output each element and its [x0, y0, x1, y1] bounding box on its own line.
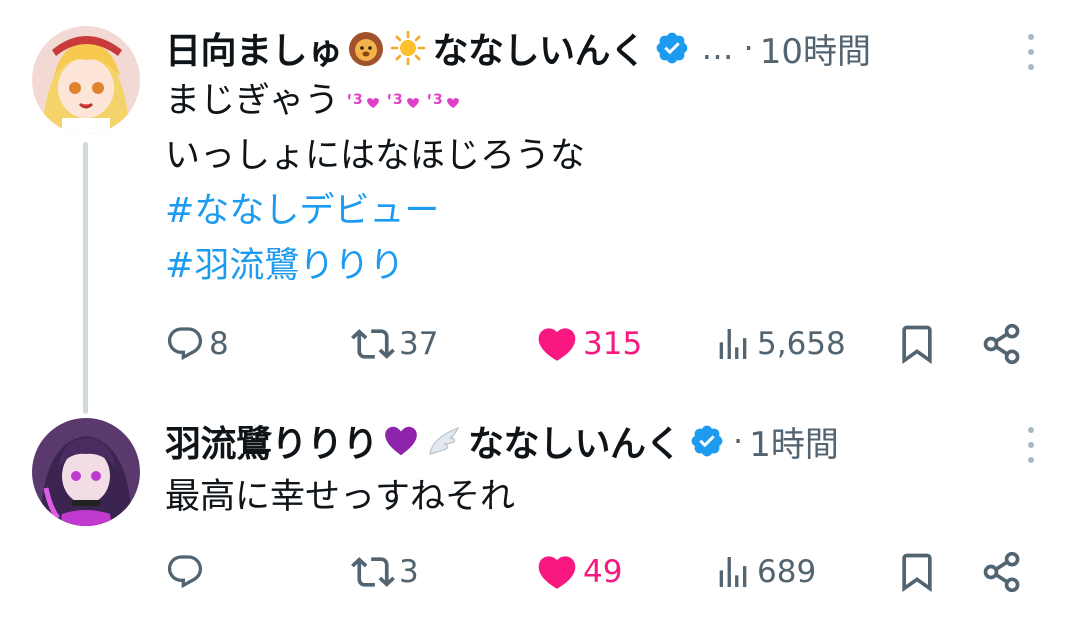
retweet-count: 3	[399, 554, 419, 590]
display-name[interactable]: 日向ましゅ	[165, 22, 343, 74]
verified-badge-icon	[689, 423, 725, 459]
retweet-icon	[351, 550, 395, 594]
separator-dot: ·	[733, 422, 744, 460]
bookmark-button[interactable]	[895, 320, 939, 368]
share-button[interactable]	[980, 320, 1024, 368]
tweet-actions: 3 49 689	[165, 548, 1025, 596]
truncation-ellipsis: …	[701, 29, 736, 67]
heart-icon	[535, 322, 579, 366]
verified-badge-icon	[654, 30, 690, 66]
hashtag-link[interactable]: #羽流鷺りりり	[165, 239, 1040, 294]
share-icon	[980, 322, 1024, 366]
kissing-heart-emoji	[427, 88, 459, 116]
bookmark-icon	[895, 550, 939, 594]
reply-button[interactable]: 8	[165, 320, 229, 368]
tweet-actions: 8 37 315 5,658	[165, 320, 1025, 368]
wing-emoji	[424, 422, 462, 460]
reply-icon	[165, 552, 205, 592]
tweet-1[interactable]: 日向ましゅ ななしいんく … · 10時間 まじぎゃう いっしょにはなほじろうな…	[0, 0, 1080, 414]
retweet-button[interactable]: 3	[351, 548, 419, 596]
share-icon	[980, 550, 1024, 594]
reply-count: 8	[209, 326, 229, 362]
thread-line	[83, 142, 88, 414]
tweet-2[interactable]: 羽流鷺りりり ななしいんく · 1時間 最高に幸せっすねそれ 3 49 689	[0, 400, 1080, 637]
reply-icon	[165, 324, 205, 364]
bookmark-button[interactable]	[895, 548, 939, 596]
tweet-line-2: いっしょにはなほじろうな	[165, 136, 586, 176]
avatar-haruro-ririri[interactable]	[32, 418, 140, 526]
purple-heart-emoji	[382, 422, 420, 460]
tweet-header: 羽流鷺りりり ななしいんく · 1時間	[165, 415, 1036, 467]
retweet-count: 37	[399, 326, 439, 362]
tweet-header: 日向ましゅ ななしいんく … · 10時間	[165, 22, 1036, 74]
reply-button[interactable]	[165, 548, 209, 596]
kissing-heart-emoji	[387, 88, 419, 116]
hashtag-link[interactable]: #ななしデビュー	[165, 184, 1040, 239]
bookmark-icon	[895, 322, 939, 366]
avatar-hinata-mashu[interactable]	[32, 26, 140, 134]
like-count: 49	[583, 554, 623, 590]
like-button[interactable]: 315	[535, 320, 642, 368]
like-button[interactable]: 49	[535, 548, 622, 596]
view-count: 5,658	[757, 326, 846, 362]
lion-face-emoji	[347, 29, 385, 67]
retweet-icon	[351, 322, 395, 366]
kissing-heart-emoji	[347, 88, 379, 116]
views-chart-icon	[713, 324, 753, 364]
sun-emoji	[389, 29, 427, 67]
view-count: 689	[757, 554, 817, 590]
share-button[interactable]	[980, 548, 1024, 596]
timestamp[interactable]: 10時間	[760, 24, 871, 73]
tweet-text: まじぎゃう いっしょにはなほじろうな #ななしデビュー #羽流鷺りりり	[165, 74, 1040, 294]
affiliation-name[interactable]: ななしいんく	[433, 22, 647, 74]
separator-dot: ·	[743, 29, 754, 67]
views-button[interactable]: 689	[713, 548, 816, 596]
tweet-line-1: 最高に幸せっすねそれ	[165, 477, 516, 517]
affiliation-name[interactable]: ななしいんく	[468, 415, 682, 467]
views-chart-icon	[713, 552, 753, 592]
more-options-icon[interactable]	[1026, 425, 1036, 465]
views-button[interactable]: 5,658	[713, 320, 846, 368]
retweet-button[interactable]: 37	[351, 320, 438, 368]
display-name[interactable]: 羽流鷺りりり	[165, 415, 379, 467]
like-count: 315	[583, 326, 643, 362]
more-options-icon[interactable]	[1026, 32, 1036, 72]
heart-icon	[535, 550, 579, 594]
timestamp[interactable]: 1時間	[749, 417, 839, 466]
tweet-text: 最高に幸せっすねそれ	[165, 470, 1040, 525]
tweet-line-1: まじぎゃう	[165, 74, 1040, 129]
